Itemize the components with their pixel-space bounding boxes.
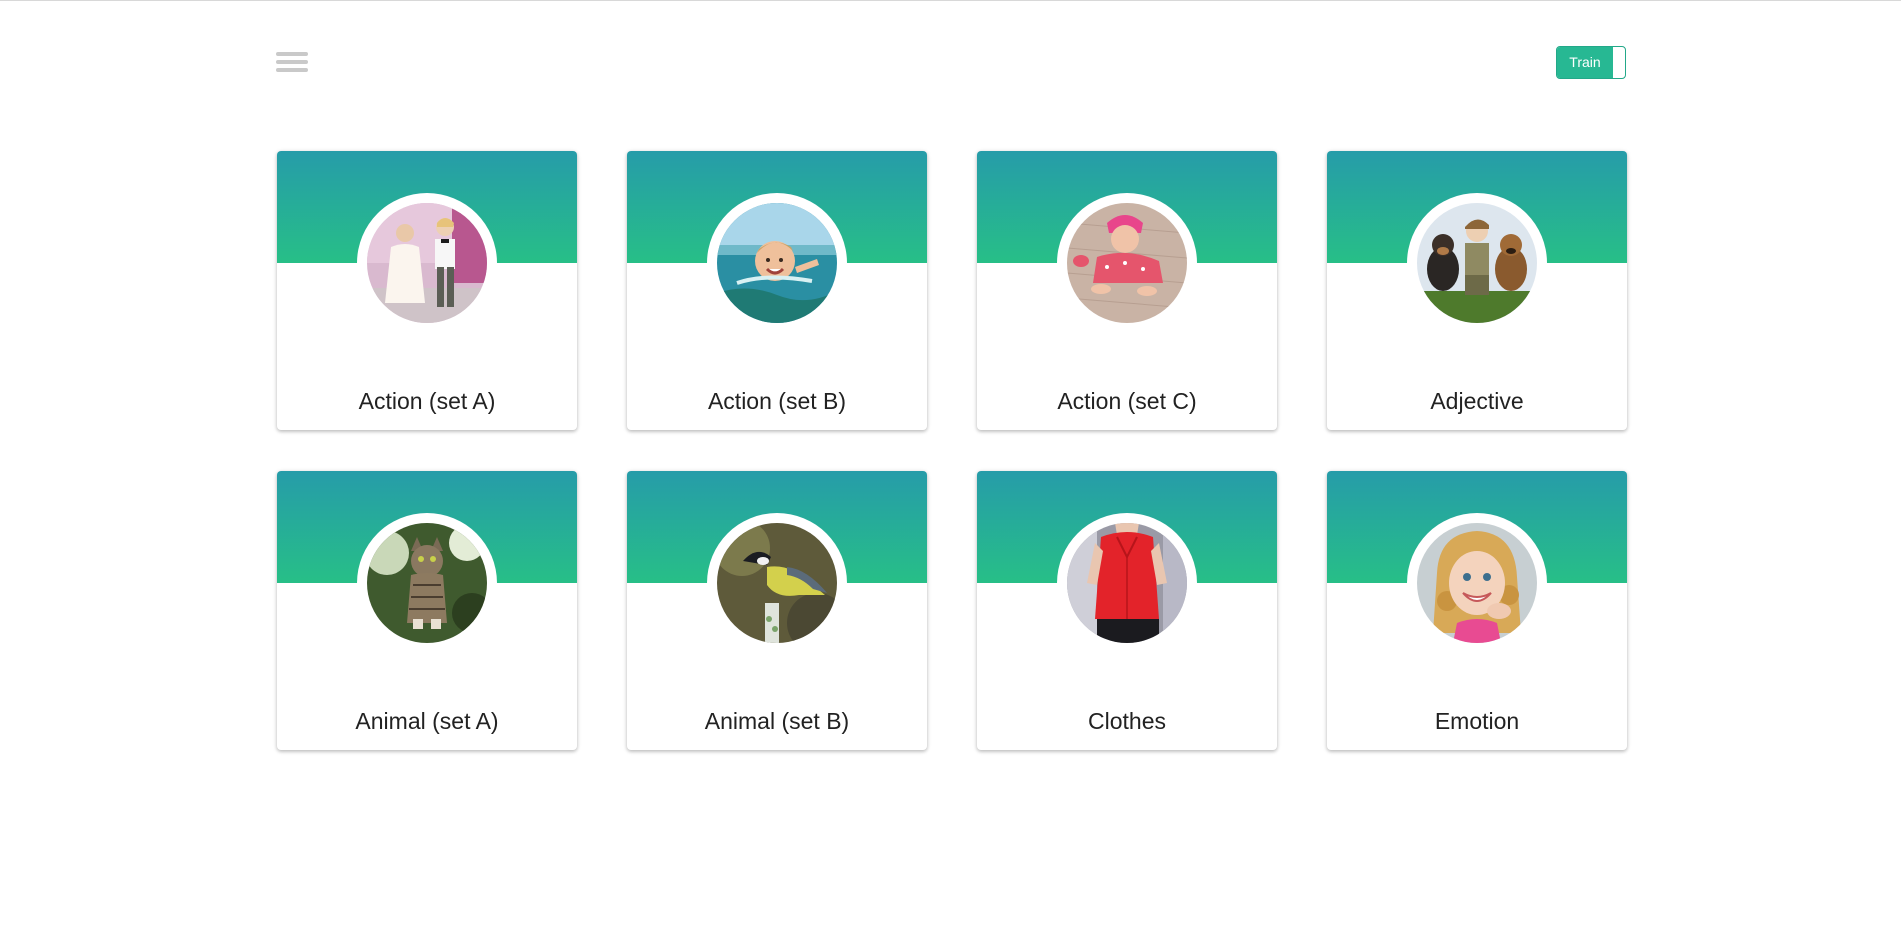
category-card-action-set-c[interactable]: Action (set C) [977, 151, 1277, 430]
category-card-animal-set-a[interactable]: Animal (set A) [277, 471, 577, 750]
category-label: Emotion [1434, 708, 1520, 734]
category-image-great-tit-bird [717, 523, 837, 643]
category-label: Action (set A) [358, 388, 496, 414]
avatar-ring [707, 513, 847, 653]
category-label: Adjective [1430, 388, 1524, 414]
toggle-label: Train [1557, 47, 1613, 78]
category-label: Animal (set A) [355, 708, 499, 734]
hamburger-menu-icon[interactable] [276, 52, 308, 74]
category-label: Action (set B) [707, 388, 847, 414]
category-grid: Action (set A) Action (set B) Action (se… [277, 151, 1627, 750]
avatar-ring [357, 193, 497, 333]
category-card-emotion[interactable]: Emotion [1327, 471, 1627, 750]
category-card-animal-set-b[interactable]: Animal (set B) [627, 471, 927, 750]
category-label: Animal (set B) [704, 708, 850, 734]
avatar-ring [357, 513, 497, 653]
avatar-ring [1407, 193, 1547, 333]
category-label: Clothes [1088, 708, 1166, 734]
menu-bar [276, 60, 308, 64]
category-label: Action (set C) [1057, 388, 1197, 414]
category-image-red-blouse [1067, 523, 1187, 643]
menu-bar [276, 52, 308, 56]
train-mode-toggle[interactable]: Train [1556, 46, 1626, 79]
category-card-clothes[interactable]: Clothes [977, 471, 1277, 750]
top-divider [0, 0, 1901, 1]
category-image-smiling-girl [1417, 523, 1537, 643]
category-image-swimming-boy [717, 203, 837, 323]
category-image-boy-with-dogs [1417, 203, 1537, 323]
category-card-action-set-a[interactable]: Action (set A) [277, 151, 577, 430]
category-image-crawling-baby [1067, 203, 1187, 323]
category-image-tabby-cat [367, 523, 487, 643]
category-image-dancing-children [367, 203, 487, 323]
avatar-ring [707, 193, 847, 333]
avatar-ring [1057, 193, 1197, 333]
avatar-ring [1057, 513, 1197, 653]
category-card-action-set-b[interactable]: Action (set B) [627, 151, 927, 430]
category-card-adjective[interactable]: Adjective [1327, 151, 1627, 430]
avatar-ring [1407, 513, 1547, 653]
menu-bar [276, 68, 308, 72]
